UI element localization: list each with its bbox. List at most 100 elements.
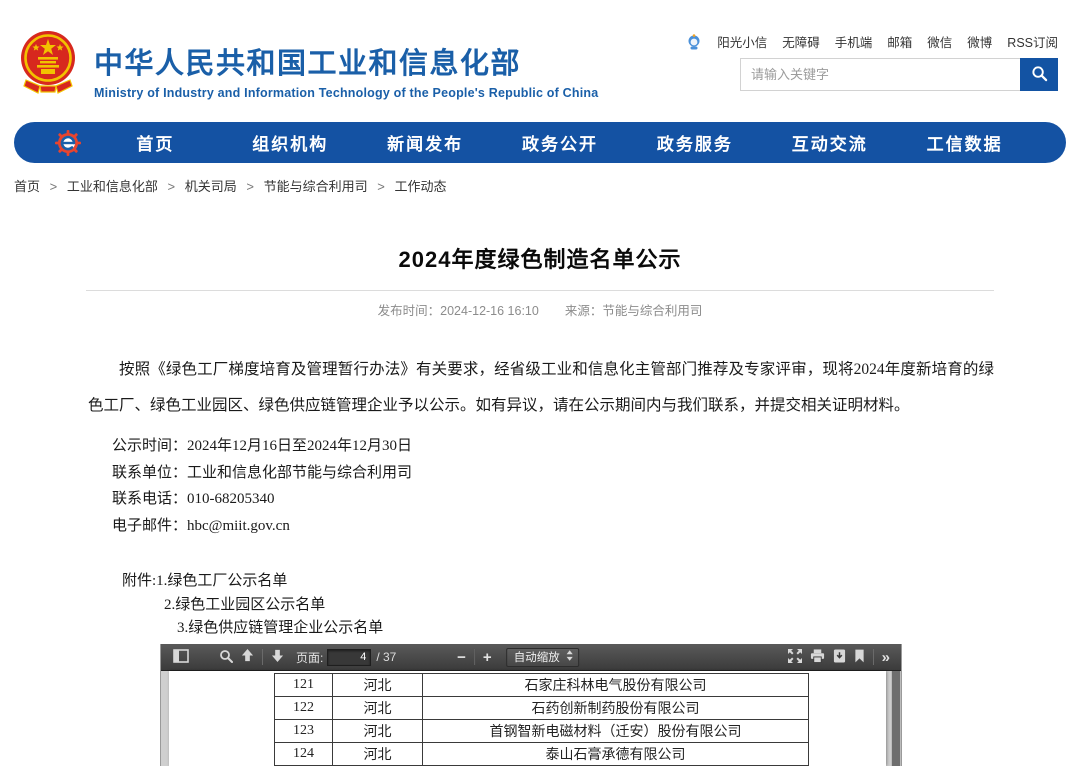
breadcrumb-item-departments[interactable]: 机关司局 [185, 179, 237, 194]
sidebar-toggle-icon [173, 649, 189, 666]
article-paragraph: 按照《绿色工厂梯度培育及管理暂行办法》有关要求，经省级工业和信息化主管部门推荐及… [88, 352, 994, 424]
nav-item-gov-services[interactable]: 政务服务 [627, 130, 762, 155]
page-down-icon [271, 649, 284, 665]
contact-info: 公示时间：2024年12月16日至2024年12月30日 联系单位：工业和信息化… [112, 433, 412, 539]
pdf-content-area: 121 河北 石家庄科林电气股份有限公司 122 河北 石药创新制药股份有限公司… [161, 671, 901, 766]
publish-time-value: 2024-12-16 16:10 [440, 304, 539, 318]
table-row: 123 河北 首钢智新电磁材料（迁安）股份有限公司 [275, 720, 809, 743]
breadcrumb-separator: > [168, 179, 176, 194]
toolbar-divider [474, 649, 475, 665]
breadcrumb-separator: > [50, 179, 58, 194]
attachment-item-green-factory: 附件:1.绿色工厂公示名单 [122, 570, 383, 594]
attachments-list: 附件:1.绿色工厂公示名单 2.绿色工业园区公示名单 3.绿色供应链管理企业公示… [0, 570, 383, 641]
next-page-button[interactable] [267, 646, 288, 668]
bookmark-icon [854, 649, 865, 666]
presentation-mode-icon [788, 649, 802, 666]
nav-item-interaction[interactable]: 互动交流 [762, 130, 897, 155]
cell-company: 石家庄科林电气股份有限公司 [423, 674, 809, 697]
table-row: 122 河北 石药创新制药股份有限公司 [275, 697, 809, 720]
bookmark-button[interactable] [850, 646, 869, 668]
quick-links: 阳光小信 无障碍 手机端 邮箱 微信 微博 RSS订阅 [686, 32, 1058, 51]
page-up-icon [241, 649, 254, 665]
select-spinner-icon [566, 650, 573, 664]
zoom-out-button[interactable]: − [453, 646, 470, 668]
publish-time-label: 发布时间： [378, 304, 441, 318]
contact-phone: 联系电话：010-68205340 [112, 486, 412, 513]
pdf-viewer: 页面: / 37 − + 自动缩放 [160, 644, 902, 766]
pdf-page: 121 河北 石家庄科林电气股份有限公司 122 河北 石药创新制药股份有限公司… [169, 671, 886, 766]
page-total: / 37 [376, 650, 396, 664]
contact-unit: 联系单位：工业和信息化部节能与综合利用司 [112, 460, 412, 487]
zoom-in-button[interactable]: + [479, 646, 496, 668]
search-input[interactable] [741, 59, 1020, 90]
find-icon [219, 649, 233, 666]
print-button[interactable] [806, 646, 829, 668]
cell-province: 河北 [333, 743, 423, 766]
nav-item-news[interactable]: 新闻发布 [358, 130, 493, 155]
find-button[interactable] [215, 646, 237, 668]
zoom-controls: − + 自动缩放 [453, 646, 579, 668]
table-row: 121 河北 石家庄科林电气股份有限公司 [275, 674, 809, 697]
print-icon [810, 649, 825, 666]
more-tools-button[interactable]: » [878, 646, 893, 668]
contact-email: 电子邮件：hbc@miit.gov.cn [112, 513, 412, 540]
miit-gear-logo-icon[interactable] [54, 129, 82, 157]
attachment-item-green-industrial-park: 2.绿色工业园区公示名单 [164, 594, 383, 618]
site-title: 中华人民共和国工业和信息化部 [94, 40, 598, 82]
breadcrumb-separator: > [377, 179, 385, 194]
breadcrumb-item-miit[interactable]: 工业和信息化部 [67, 179, 158, 194]
page-title: 2024年度绿色制造名单公示 [0, 242, 1080, 274]
site-subtitle: Ministry of Industry and Information Tec… [94, 86, 598, 100]
source-value: 节能与综合利用司 [602, 304, 702, 318]
zoom-mode-value: 自动缩放 [514, 649, 560, 665]
cell-no: 124 [275, 743, 333, 766]
breadcrumb-item-work-news[interactable]: 工作动态 [394, 179, 446, 194]
presentation-mode-button[interactable] [784, 646, 806, 668]
search-button[interactable] [1020, 58, 1058, 91]
attachment-item-green-supply-chain: 3.绿色供应链管理企业公示名单 [177, 617, 383, 641]
quick-link-accessibility[interactable]: 无障碍 [782, 32, 820, 51]
nav-item-miit-data[interactable]: 工信数据 [897, 130, 1032, 155]
nav-item-home[interactable]: 首页 [88, 130, 223, 155]
pdf-scrollbar-thumb[interactable] [892, 671, 900, 766]
green-factory-table: 121 河北 石家庄科林电气股份有限公司 122 河北 石药创新制药股份有限公司… [274, 673, 809, 766]
site-title-block: 中华人民共和国工业和信息化部 Ministry of Industry and … [94, 40, 598, 100]
xiaoxin-mascot-icon [686, 34, 702, 50]
toolbar-right-group: » [784, 646, 893, 668]
cell-no: 123 [275, 720, 333, 743]
public-notice-period: 公示时间：2024年12月16日至2024年12月30日 [112, 433, 412, 460]
breadcrumb-item-home[interactable]: 首页 [14, 179, 40, 194]
miit-page: 中华人民共和国工业和信息化部 Ministry of Industry and … [0, 0, 1080, 766]
download-button[interactable] [829, 646, 850, 668]
quick-link-wechat[interactable]: 微信 [927, 32, 952, 51]
cell-no: 121 [275, 674, 333, 697]
quick-link-sunshine-xiaoxin[interactable]: 阳光小信 [717, 32, 767, 51]
cell-province: 河北 [333, 674, 423, 697]
breadcrumb-separator: > [246, 179, 254, 194]
nav-item-gov-disclosure[interactable]: 政务公开 [493, 130, 628, 155]
main-nav: 首页 组织机构 新闻发布 政务公开 政务服务 互动交流 工信数据 [14, 122, 1066, 163]
breadcrumb-item-energy-dept[interactable]: 节能与综合利用司 [264, 179, 368, 194]
nav-item-organization[interactable]: 组织机构 [223, 130, 358, 155]
cell-no: 122 [275, 697, 333, 720]
cell-province: 河北 [333, 720, 423, 743]
site-search [740, 58, 1058, 91]
toolbar-divider [873, 649, 874, 665]
national-emblem-logo [16, 28, 80, 94]
quick-link-mail[interactable]: 邮箱 [887, 32, 912, 51]
quick-link-weibo[interactable]: 微博 [967, 32, 992, 51]
cell-company: 首钢智新电磁材料（迁安）股份有限公司 [423, 720, 809, 743]
zoom-mode-select[interactable]: 自动缩放 [506, 648, 579, 667]
pdf-scrollbar[interactable] [891, 671, 901, 766]
quick-link-mobile[interactable]: 手机端 [835, 32, 873, 51]
quick-link-rss[interactable]: RSS订阅 [1007, 32, 1058, 51]
article-meta: 发布时间：2024-12-16 16:10来源：节能与综合利用司 [0, 300, 1080, 319]
search-icon [1031, 65, 1048, 85]
sidebar-toggle-button[interactable] [169, 646, 193, 668]
breadcrumb: 首页 > 工业和信息化部 > 机关司局 > 节能与综合利用司 > 工作动态 [14, 176, 446, 195]
previous-page-button[interactable] [237, 646, 258, 668]
cell-company: 石药创新制药股份有限公司 [423, 697, 809, 720]
cell-company: 泰山石膏承德有限公司 [423, 743, 809, 766]
toolbar-divider [262, 649, 263, 665]
page-number-input[interactable] [327, 649, 371, 666]
